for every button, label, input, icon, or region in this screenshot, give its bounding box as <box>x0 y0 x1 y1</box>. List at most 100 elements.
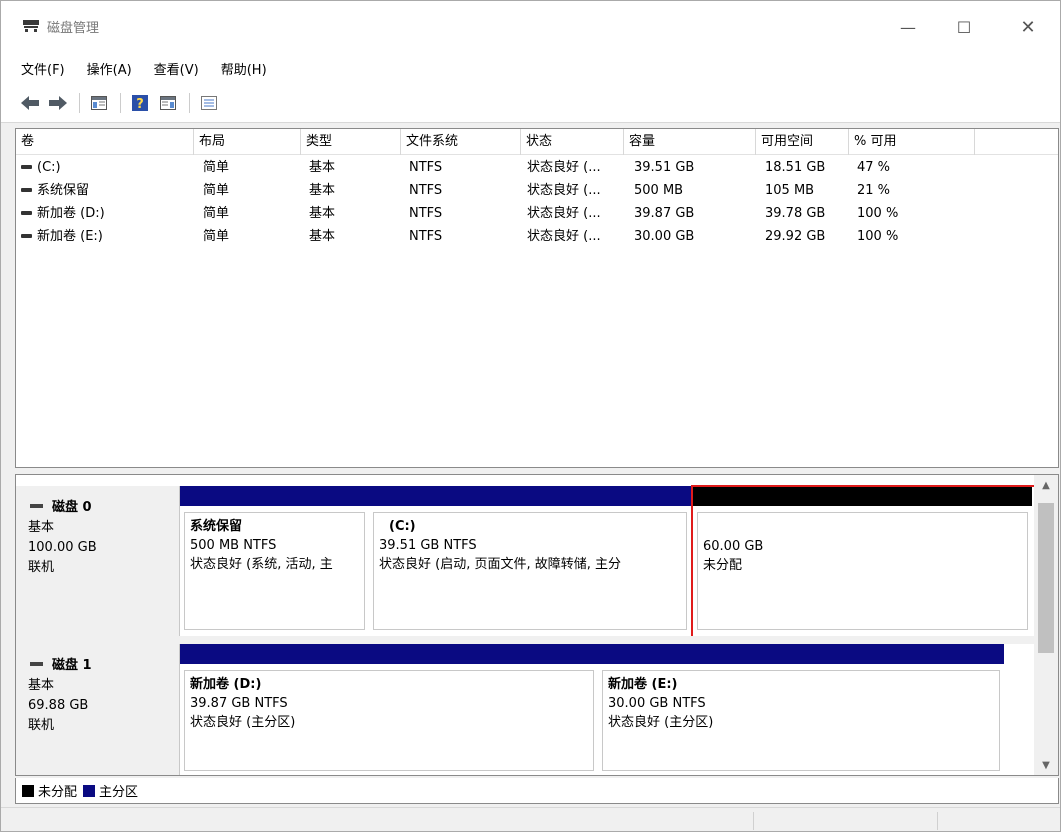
cell-status: 状态良好 (... <box>527 183 601 198</box>
cell-percent-free: 47 % <box>857 160 891 175</box>
partition-d[interactable]: 新加卷 (D:) 39.87 GB NTFS 状态良好 (主分区) <box>180 644 598 775</box>
toolbar-separator <box>120 92 121 113</box>
close-button[interactable]: ✕ <box>1005 1 1051 53</box>
cell-percent-free: 100 % <box>857 206 899 221</box>
disk-row-separator <box>16 636 1034 644</box>
partition-details: 新加卷 (D:) 39.87 GB NTFS 状态良好 (主分区) <box>184 670 594 771</box>
status-bar <box>1 807 1060 831</box>
cell-layout: 简单 <box>203 206 230 221</box>
column-header-volume[interactable]: 卷 <box>16 129 194 155</box>
legend: 未分配 主分区 <box>15 778 1059 804</box>
table-row[interactable]: 新加卷 (E:) 简单 基本 NTFS 状态良好 (... 30.00 GB 2… <box>16 226 1058 247</box>
cell-layout: 简单 <box>203 229 230 244</box>
legend-unallocated: 未分配 <box>22 781 77 800</box>
scroll-up-button[interactable]: ▲ <box>1034 475 1058 495</box>
disk-1-label[interactable]: 磁盘 1 基本 69.88 GB 联机 <box>16 644 180 775</box>
volume-icon <box>21 187 32 192</box>
console-tree-icon <box>91 95 107 110</box>
properties-icon <box>201 95 217 110</box>
disk-0-label[interactable]: 磁盘 0 基本 100.00 GB 联机 <box>16 486 180 636</box>
help-icon: ? <box>132 94 148 111</box>
cell-layout: 简单 <box>203 160 230 175</box>
disk-icon <box>30 662 43 666</box>
show-hide-console-tree-button[interactable] <box>88 92 110 114</box>
partition-status: 状态良好 (系统, 活动, 主 <box>190 557 333 572</box>
partition-status: 未分配 <box>703 558 743 573</box>
table-row[interactable]: 新加卷 (D:) 简单 基本 NTFS 状态良好 (... 39.87 GB 3… <box>16 203 1058 224</box>
cell-free-space: 18.51 GB <box>765 160 826 175</box>
partition-name: 系统保留 <box>190 519 243 534</box>
menu-view[interactable]: 查看(V) <box>154 59 199 78</box>
legend-primary: 主分区 <box>83 781 138 800</box>
partition-fs: 39.51 GB NTFS <box>379 538 477 553</box>
close-icon: ✕ <box>1020 16 1036 38</box>
cell-filesystem: NTFS <box>409 229 443 244</box>
table-row[interactable]: 系统保留 简单 基本 NTFS 状态良好 (... 500 MB 105 MB … <box>16 180 1058 201</box>
partition-name: 新加卷 (E:) <box>608 677 678 692</box>
disk-management-window: 磁盘管理 — ☐ ✕ 文件(F) 操作(A) 查看(V) 帮助(H) ? 卷 布… <box>0 0 1061 832</box>
table-row[interactable]: (C:) 简单 基本 NTFS 状态良好 (... 39.51 GB 18.51… <box>16 157 1058 178</box>
help-button[interactable]: ? <box>129 92 151 114</box>
cell-capacity: 500 MB <box>634 183 684 198</box>
partition-e[interactable]: 新加卷 (E:) 30.00 GB NTFS 状态良好 (主分区) <box>598 644 1004 775</box>
cell-capacity: 39.51 GB <box>634 160 695 175</box>
partition-fs: 39.87 GB NTFS <box>190 696 288 711</box>
partition-size: 60.00 GB <box>703 539 764 554</box>
partition-status: 状态良好 (主分区) <box>190 715 296 730</box>
cell-status: 状态良好 (... <box>527 160 601 175</box>
volume-icon <box>21 210 32 215</box>
show-hide-action-pane-button[interactable] <box>157 92 179 114</box>
disk-name: 磁盘 1 <box>52 658 92 673</box>
disk-size: 100.00 GB <box>28 540 97 555</box>
cell-filesystem: NTFS <box>409 183 443 198</box>
column-header-free-space[interactable]: 可用空间 <box>756 129 849 155</box>
partition-details: (C:) 39.51 GB NTFS 状态良好 (启动, 页面文件, 故障转储,… <box>373 512 687 630</box>
cell-status: 状态良好 (... <box>527 229 601 244</box>
cell-capacity: 39.87 GB <box>634 206 695 221</box>
disk-size: 69.88 GB <box>28 698 89 713</box>
menu-help[interactable]: 帮助(H) <box>221 59 267 78</box>
partition-c[interactable]: (C:) 39.51 GB NTFS 状态良好 (启动, 页面文件, 故障转储,… <box>369 486 691 636</box>
scroll-down-button[interactable]: ▼ <box>1034 755 1058 775</box>
column-header-layout[interactable]: 布局 <box>194 129 301 155</box>
cell-free-space: 105 MB <box>765 183 815 198</box>
menu-file[interactable]: 文件(F) <box>21 59 65 78</box>
partition-unallocated[interactable]: 60.00 GB 未分配 <box>693 486 1032 636</box>
properties-button[interactable] <box>198 92 220 114</box>
cell-status: 状态良好 (... <box>527 206 601 221</box>
maximize-icon: ☐ <box>956 17 972 37</box>
volume-list-header: 卷 布局 类型 文件系统 状态 容量 可用空间 % 可用 <box>16 129 1058 155</box>
vertical-scrollbar[interactable]: ▲ ▼ <box>1034 475 1058 775</box>
window-title: 磁盘管理 <box>47 21 100 36</box>
column-header-filesystem[interactable]: 文件系统 <box>401 129 521 155</box>
column-header-type[interactable]: 类型 <box>301 129 401 155</box>
forward-button[interactable] <box>47 92 69 114</box>
maximize-button[interactable]: ☐ <box>941 1 987 53</box>
menu-action[interactable]: 操作(A) <box>87 59 132 78</box>
partition-fs: 500 MB NTFS <box>190 538 277 553</box>
scrollbar-thumb[interactable] <box>1038 503 1054 653</box>
back-button[interactable] <box>19 92 41 114</box>
status-bar-divider <box>753 812 754 830</box>
cell-filesystem: NTFS <box>409 206 443 221</box>
disk-icon <box>30 504 43 508</box>
title-bar: 磁盘管理 — ☐ ✕ <box>1 1 1060 53</box>
cell-volume: 新加卷 (E:) <box>37 229 103 244</box>
forward-arrow-icon <box>49 95 67 110</box>
partition-color-bar <box>180 644 598 664</box>
partition-system-reserved[interactable]: 系统保留 500 MB NTFS 状态良好 (系统, 活动, 主 <box>180 486 369 636</box>
column-header-status[interactable]: 状态 <box>521 129 624 155</box>
minimize-button[interactable]: — <box>885 1 931 53</box>
column-header-capacity[interactable]: 容量 <box>624 129 756 155</box>
cell-type: 基本 <box>309 160 336 175</box>
cell-percent-free: 21 % <box>857 183 891 198</box>
cell-filesystem: NTFS <box>409 160 443 175</box>
column-header-empty <box>975 129 1058 155</box>
volume-icon <box>21 164 32 169</box>
partition-name: (C:) <box>389 519 416 534</box>
partition-status: 状态良好 (主分区) <box>608 715 714 730</box>
minimize-icon: — <box>900 17 916 37</box>
column-header-percent-free[interactable]: % 可用 <box>849 129 975 155</box>
partition-status: 状态良好 (启动, 页面文件, 故障转储, 主分 <box>379 557 621 572</box>
cell-free-space: 29.92 GB <box>765 229 826 244</box>
